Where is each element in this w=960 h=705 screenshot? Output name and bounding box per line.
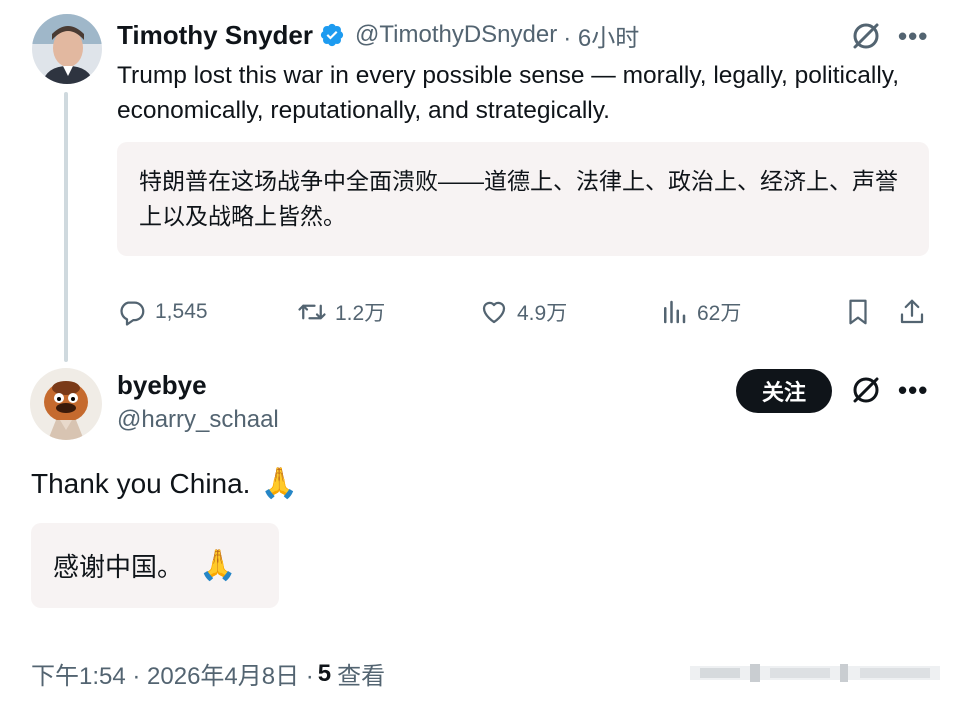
- views-count: 62万: [697, 302, 742, 325]
- praying-hands-emoji: 🙏: [199, 548, 237, 582]
- tweet-top-actions: •••: [850, 20, 928, 52]
- reply-author-handle[interactable]: @harry_schaal: [117, 406, 279, 434]
- reply-tweet: byebye @harry_schaal 关注 ••• Thank you Ch…: [0, 360, 960, 705]
- reply-translation: 感谢中国。 🙏: [31, 523, 279, 608]
- tweet-text: Trump lost this war in every possible se…: [117, 62, 900, 124]
- like-button[interactable]: 4.9万: [479, 290, 567, 334]
- views-button[interactable]: 62万: [659, 290, 741, 334]
- reply-count: 1,545: [155, 300, 208, 323]
- like-icon: [482, 301, 506, 324]
- bookmark-icon: [849, 299, 867, 325]
- reply-icon: [120, 301, 145, 326]
- thread-connector: [64, 92, 68, 362]
- repost-count: 1.2万: [335, 302, 386, 325]
- views-icon: [664, 300, 686, 324]
- tweet-actions: 1,545 1.2万 4.9万 62万: [117, 290, 931, 334]
- praying-hands-emoji: 🙏: [260, 467, 298, 500]
- reply-timestamp[interactable]: 下午1:54 · 2026年4月8日 ·: [31, 656, 314, 691]
- watermark-graphic: [690, 664, 940, 682]
- reply-author-avatar[interactable]: [30, 368, 102, 440]
- more-icon[interactable]: •••: [898, 377, 928, 403]
- author-handle[interactable]: @TimothyDSnyder: [355, 21, 557, 49]
- reply-view-label: 查看: [337, 663, 386, 690]
- author-name[interactable]: Timothy Snyder: [117, 20, 313, 51]
- more-icon[interactable]: •••: [898, 23, 928, 49]
- reply-meta: 下午1:54 · 2026年4月8日 · 5 查看: [31, 656, 385, 691]
- reply-view-count: 5: [317, 659, 332, 687]
- tweet-header: Timothy Snyder @TimothyDSnyder · 6小时: [117, 18, 639, 52]
- tweet-time[interactable]: · 6小时: [563, 18, 639, 53]
- repost-icon: [298, 304, 326, 320]
- share-icon: [900, 299, 924, 324]
- reply-button[interactable]: 1,545: [117, 290, 208, 334]
- reply-top-actions: •••: [850, 374, 928, 406]
- reply-text-content: Thank you China.: [31, 468, 251, 499]
- original-tweet: Timothy Snyder @TimothyDSnyder · 6小时 •••…: [0, 0, 960, 362]
- verified-badge-icon: [320, 23, 344, 47]
- follow-button[interactable]: 关注: [736, 369, 832, 413]
- repost-button[interactable]: 1.2万: [297, 290, 385, 334]
- reply-author-name[interactable]: byebye: [117, 370, 207, 401]
- tweet-translation: 特朗普在这场战争中全面溃败——道德上、法律上、政治上、经济上、声誉上以及战略上皆…: [117, 142, 929, 256]
- reply-text: Thank you China. 🙏: [31, 468, 298, 500]
- like-count: 4.9万: [517, 302, 568, 325]
- bookmark-button[interactable]: [843, 290, 881, 334]
- grok-icon[interactable]: [850, 20, 882, 52]
- author-avatar[interactable]: [32, 14, 102, 84]
- reply-translation-text: 感谢中国。: [53, 552, 184, 582]
- share-button[interactable]: [897, 290, 935, 334]
- grok-icon[interactable]: [850, 374, 882, 406]
